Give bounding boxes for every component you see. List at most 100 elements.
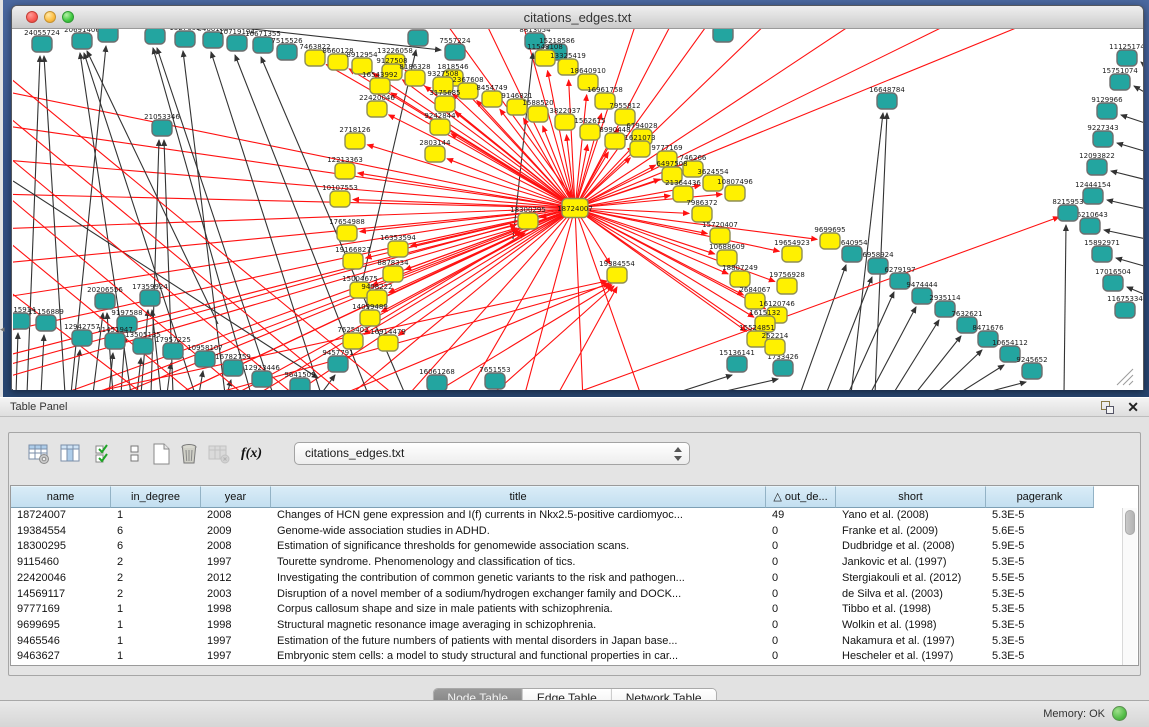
network-edge[interactable] (27, 56, 40, 390)
network-node[interactable] (277, 44, 297, 60)
table-row[interactable]: 911546021997Tourette syndrome. Phenomeno… (11, 555, 1121, 571)
network-node[interactable] (343, 253, 363, 269)
network-edge[interactable] (575, 208, 643, 390)
network-node[interactable] (290, 378, 310, 390)
network-node[interactable] (445, 44, 465, 60)
resize-grip-icon[interactable] (1123, 375, 1133, 385)
column-header-name[interactable]: name (11, 486, 111, 508)
network-node[interactable] (1115, 302, 1135, 318)
network-node[interactable] (482, 91, 502, 107)
network-node[interactable] (252, 371, 272, 387)
network-edge[interactable] (411, 208, 575, 246)
network-edge[interactable] (573, 217, 1059, 390)
network-node[interactable] (710, 228, 730, 244)
network-edge[interactable] (1117, 143, 1143, 153)
table-row[interactable]: 1872400712008Changes of HCN gene express… (11, 508, 1121, 524)
network-edge[interactable] (575, 29, 1043, 208)
network-edge[interactable] (1134, 86, 1143, 96)
column-header-year[interactable]: year (201, 486, 271, 508)
network-node[interactable] (105, 333, 125, 349)
row-options-icon[interactable] (123, 442, 147, 466)
column-header-out_de[interactable]: △ out_de... (766, 486, 836, 508)
table-row[interactable]: 969969511998Structural magnetic resonanc… (11, 618, 1121, 634)
network-node[interactable] (253, 37, 273, 53)
network-edge[interactable] (548, 71, 575, 208)
memory-ok-icon[interactable] (1112, 706, 1127, 721)
table-row[interactable]: 2242004622012Investigating the contribut… (11, 571, 1121, 587)
network-node[interactable] (430, 119, 450, 135)
network-node[interactable] (1097, 103, 1117, 119)
network-table-select[interactable]: citations_edges.txt (294, 442, 690, 465)
network-node[interactable] (223, 360, 243, 376)
network-node[interactable] (383, 266, 403, 282)
network-edge[interactable] (44, 56, 65, 390)
network-node[interactable] (1110, 74, 1130, 90)
column-header-in_degree[interactable]: in_degree (111, 486, 201, 508)
network-edge[interactable] (41, 335, 44, 390)
network-node[interactable] (98, 29, 118, 42)
network-node[interactable] (485, 373, 505, 389)
network-edge[interactable] (403, 208, 575, 390)
network-node[interactable] (72, 330, 92, 346)
network-edge[interactable] (16, 333, 18, 390)
table-row[interactable]: 946554611997Estimation of the future num… (11, 634, 1121, 650)
network-node[interactable] (345, 133, 365, 149)
column-header-pagerank[interactable]: pagerank (986, 486, 1094, 508)
network-edge[interactable] (523, 208, 575, 390)
network-node[interactable] (877, 93, 897, 109)
function-builder-icon[interactable]: f(x) (241, 442, 265, 466)
network-node[interactable] (1022, 363, 1042, 379)
network-node[interactable] (152, 120, 172, 136)
network-edge[interactable] (575, 208, 583, 390)
network-node[interactable] (528, 106, 548, 122)
network-node[interactable] (820, 233, 840, 249)
network-edge[interactable] (1064, 225, 1066, 390)
column-header-short[interactable]: short (836, 486, 986, 508)
network-node[interactable] (607, 267, 627, 283)
network-node[interactable] (518, 213, 538, 229)
network-window-titlebar[interactable]: citations_edges.txt (12, 6, 1143, 29)
network-node[interactable] (405, 70, 425, 86)
network-node[interactable] (555, 114, 575, 130)
network-edge[interactable] (451, 134, 575, 208)
float-panel-icon[interactable] (1101, 401, 1115, 415)
network-node[interactable] (730, 271, 750, 287)
column-header-title[interactable]: title (271, 486, 766, 508)
network-node[interactable] (605, 133, 625, 149)
table-row[interactable]: 1938455462009Genome-wide association stu… (11, 524, 1121, 540)
network-node[interactable] (95, 293, 115, 309)
network-edge[interactable] (1111, 171, 1143, 181)
network-node[interactable] (163, 343, 183, 359)
network-edge[interactable] (936, 350, 982, 390)
network-node[interactable] (72, 33, 92, 49)
network-edge[interactable] (893, 320, 939, 390)
network-node[interactable] (330, 191, 350, 207)
network-edge[interactable] (713, 379, 778, 390)
network-node[interactable] (32, 36, 52, 52)
network-node[interactable] (370, 78, 390, 94)
network-edge[interactable] (800, 265, 846, 390)
network-edge[interactable] (848, 292, 894, 390)
network-edge[interactable] (13, 64, 393, 390)
new-column-icon[interactable] (149, 442, 173, 466)
table-row[interactable]: 1456911722003Disruption of a novel membe… (11, 587, 1121, 603)
vertical-scrollbar[interactable] (1122, 508, 1137, 665)
network-node[interactable] (725, 185, 745, 201)
network-node[interactable] (408, 30, 428, 46)
network-node[interactable] (133, 338, 153, 354)
table-row[interactable]: 977716911998Corpus callosum shape and si… (11, 602, 1121, 618)
network-edge[interactable] (1116, 258, 1143, 268)
network-node[interactable] (360, 310, 380, 326)
network-node[interactable] (337, 225, 357, 241)
network-node[interactable] (328, 356, 348, 372)
network-node[interactable] (580, 124, 600, 140)
network-node[interactable] (227, 35, 247, 51)
network-node[interactable] (425, 146, 445, 162)
network-node[interactable] (1080, 218, 1100, 234)
network-node[interactable] (367, 101, 387, 117)
network-node[interactable] (335, 163, 355, 179)
table-row[interactable]: 1830029562008Estimation of significance … (11, 539, 1121, 555)
column-checklist-icon[interactable] (93, 442, 117, 466)
network-edge[interactable] (1121, 115, 1143, 125)
network-node[interactable] (378, 335, 398, 351)
